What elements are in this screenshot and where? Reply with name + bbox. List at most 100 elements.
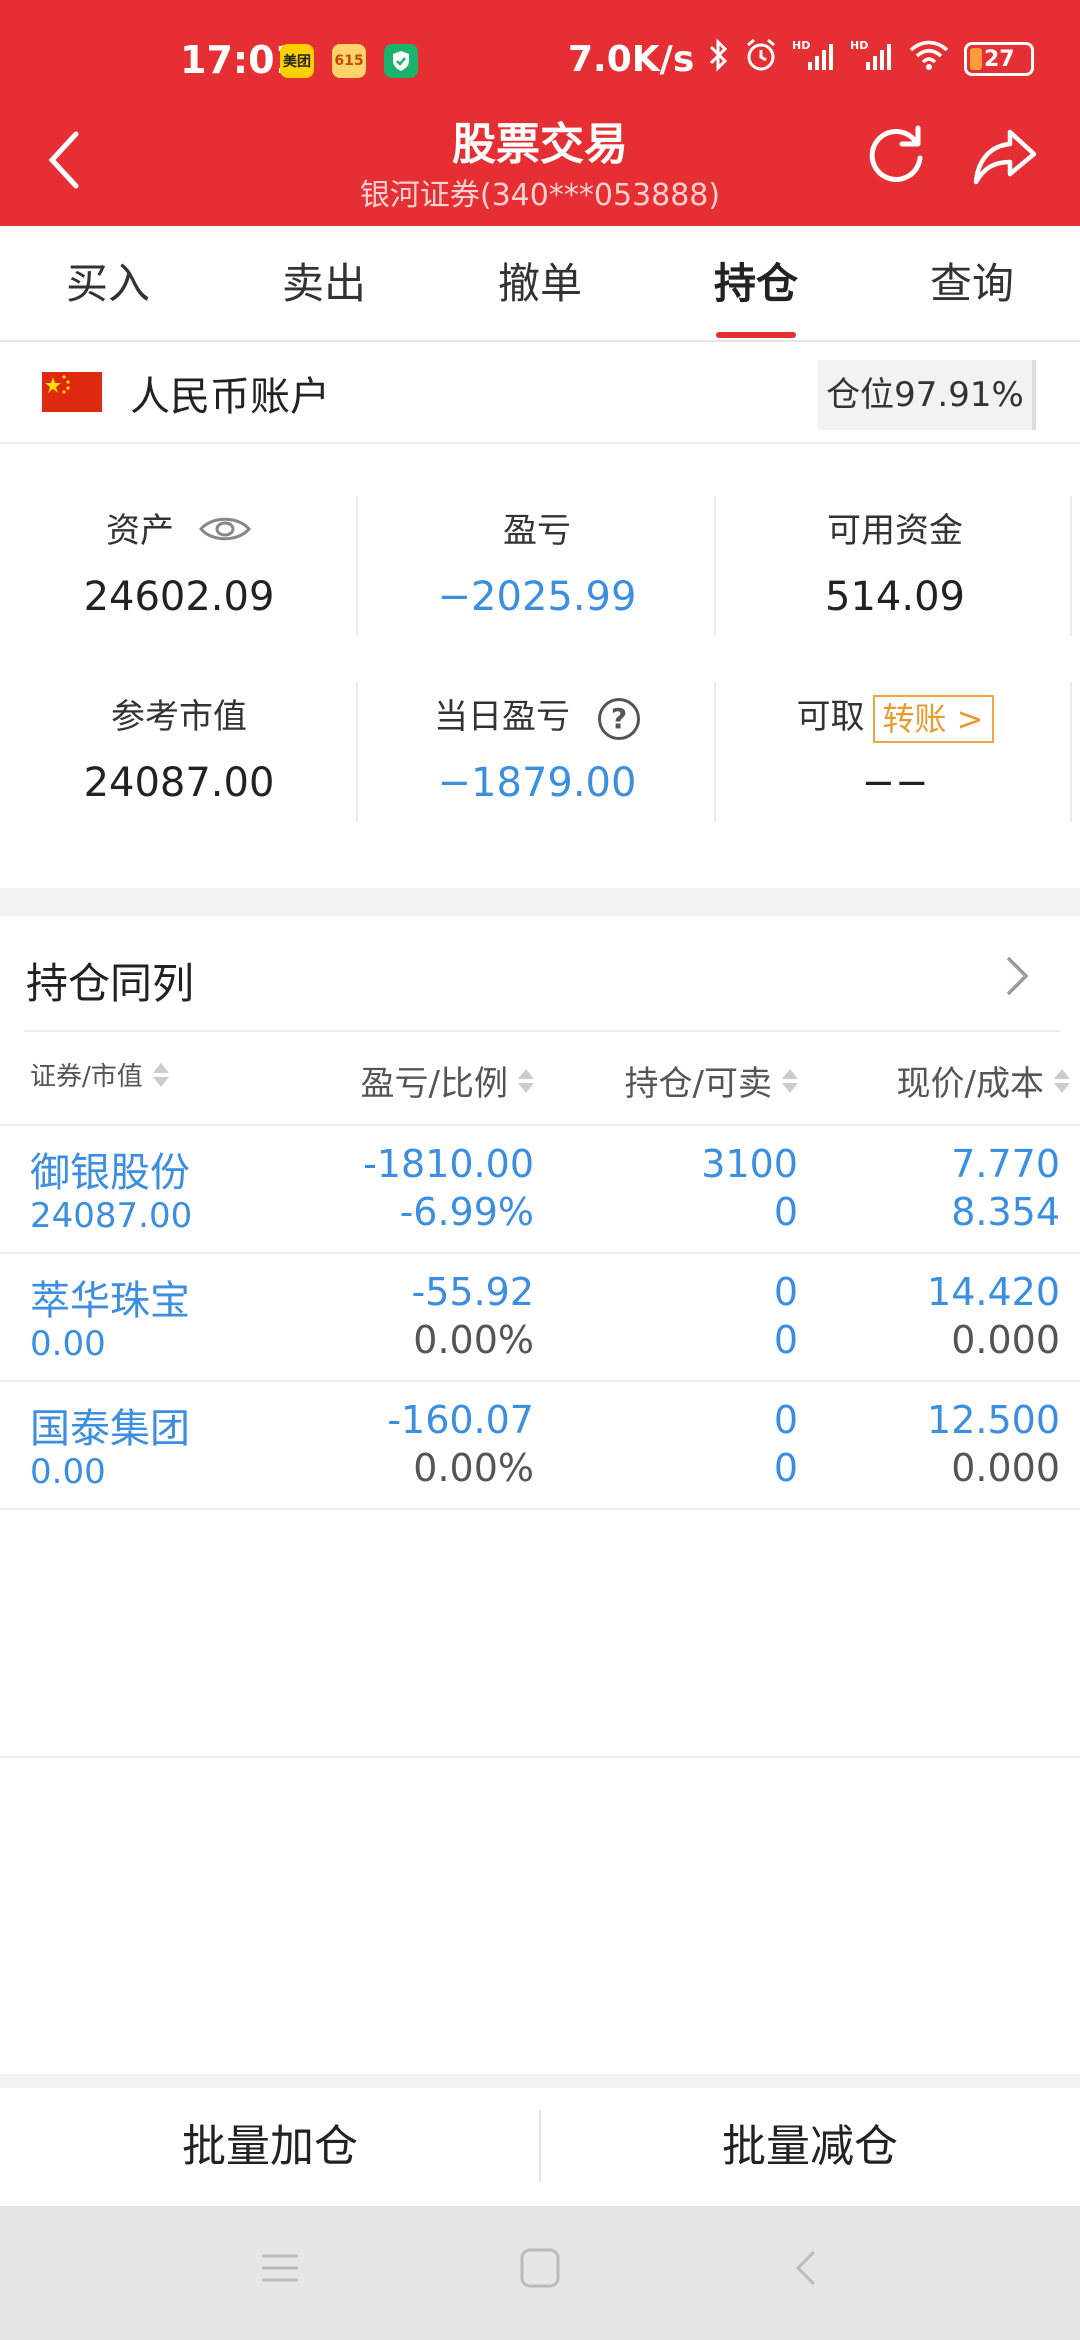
pnl-label: 盈亏 (503, 511, 571, 551)
stock-holding: 3100 (701, 1142, 798, 1186)
tab-positions[interactable]: 持仓 (648, 226, 864, 340)
share-button[interactable] (972, 126, 1038, 188)
stock-pnl: -55.92 (411, 1270, 535, 1314)
stock-name: 御银股份 (30, 1150, 190, 1196)
asset-summary: 资产 24602.09 盈亏 −2025.99 可用资金 514.09 参考市值… (0, 444, 1080, 888)
stock-price: 12.500 (927, 1398, 1060, 1442)
bluetooth-icon (708, 38, 730, 80)
stock-holding: 0 (773, 1398, 798, 1442)
account-bar[interactable]: 人民币账户 仓位97.91% (0, 342, 1080, 444)
col-header-security[interactable]: 证券/市值 (30, 1056, 169, 1093)
tab-buy[interactable]: 买入 (0, 226, 216, 340)
signal-hd-icon-2: HD (850, 38, 894, 80)
withdrawable-cell: 可取 转账 > −− (716, 692, 1074, 806)
tab-cancel-order[interactable]: 撤单 (432, 226, 648, 340)
divider (24, 1030, 1060, 1032)
stock-name: 萃华珠宝 (30, 1278, 190, 1324)
eye-icon[interactable] (198, 508, 252, 558)
daily-pnl-label: 当日盈亏 (434, 697, 570, 737)
position-ratio-badge: 仓位97.91% (818, 360, 1036, 430)
col-header-pnl[interactable]: 盈亏/比例 (361, 1056, 534, 1105)
available-label: 可用资金 (827, 511, 963, 551)
menu-icon[interactable] (258, 2246, 302, 2294)
alarm-icon (744, 38, 778, 80)
stock-market-value: 0.00 (30, 1324, 106, 1364)
stock-pnl-ratio: 0.00% (413, 1318, 534, 1362)
sort-icon (782, 1068, 798, 1093)
withdrawable-value: −− (861, 760, 929, 806)
batch-reduce-button[interactable]: 批量减仓 (540, 2088, 1080, 2206)
batch-add-button[interactable]: 批量加仓 (0, 2088, 540, 2206)
assets-value: 24602.09 (83, 574, 275, 620)
table-row[interactable]: 国泰集团 0.00 -160.07 0.00% 0 0 12.500 0.000 (0, 1382, 1080, 1510)
available-value: 514.09 (825, 574, 965, 620)
stock-market-value: 24087.00 (30, 1196, 193, 1236)
sort-icon (152, 1062, 169, 1087)
tab-sell[interactable]: 卖出 (216, 226, 432, 340)
daily-pnl-cell: 当日盈亏? −1879.00 (358, 692, 716, 806)
bottom-action-bar: 批量加仓 批量减仓 (0, 2088, 1080, 2206)
col-header-price[interactable]: 现价/成本 (897, 1056, 1070, 1105)
meituan-app-icon: 美团 (280, 44, 314, 78)
back-nav-icon[interactable] (786, 2246, 830, 2294)
stock-price: 7.770 (951, 1142, 1060, 1186)
market-value-value: 24087.00 (83, 760, 275, 806)
battery-icon: 27 (964, 42, 1035, 76)
transfer-button[interactable]: 转账 > (872, 694, 994, 743)
col-header-holding[interactable]: 持仓/可卖 (625, 1056, 798, 1105)
stock-price: 14.420 (927, 1270, 1060, 1314)
svg-text:HD: HD (850, 39, 868, 52)
stock-pnl: -1810.00 (363, 1142, 534, 1186)
assets-cell: 资产 24602.09 (0, 506, 358, 620)
system-nav-bar (0, 2206, 1080, 2340)
promo-app-icon: 615 (332, 44, 366, 78)
market-value-label: 参考市值 (111, 697, 247, 737)
share-icon (973, 129, 1037, 185)
table-row[interactable]: 御银股份 24087.00 -1810.00 -6.99% 3100 0 7.7… (0, 1126, 1080, 1254)
status-bar: 17:01 美团 615 7.0K/s HD HD 27 (0, 0, 1080, 124)
stock-cost: 0.000 (951, 1318, 1060, 1362)
withdrawable-label: 可取 (796, 697, 865, 737)
signal-hd-icon: HD (792, 38, 836, 80)
available-cell: 可用资金 514.09 (716, 506, 1074, 620)
pnl-cell: 盈亏 −2025.99 (358, 506, 716, 620)
stock-sellable: 0 (773, 1190, 798, 1234)
net-speed: 7.0K/s (568, 38, 695, 80)
refresh-button[interactable] (866, 124, 928, 186)
stock-pnl-ratio: -6.99% (399, 1190, 534, 1234)
chevron-right-icon[interactable] (1004, 954, 1030, 1002)
table-row[interactable]: 萃华珠宝 0.00 -55.92 0.00% 0 0 14.420 0.000 (0, 1254, 1080, 1382)
status-right: 7.0K/s HD HD 27 (568, 38, 1035, 80)
stock-name: 国泰集团 (30, 1406, 190, 1452)
pnl-value: −2025.99 (437, 574, 637, 620)
china-flag-icon (42, 372, 102, 412)
stock-sellable: 0 (773, 1318, 798, 1362)
shield-app-icon (384, 44, 418, 78)
sort-icon (518, 1068, 534, 1093)
divider (1070, 496, 1072, 636)
stock-pnl-ratio: 0.00% (413, 1446, 534, 1490)
stock-pnl: -160.07 (387, 1398, 534, 1442)
stock-cost: 0.000 (951, 1446, 1060, 1490)
divider (1070, 682, 1072, 822)
account-name: 人民币账户 (130, 374, 330, 420)
divider (0, 1756, 1080, 1758)
stock-market-value: 0.00 (30, 1452, 106, 1492)
stock-sellable: 0 (773, 1446, 798, 1490)
stock-cost: 8.354 (951, 1190, 1060, 1234)
holdings-panel: 持仓同列 证券/市值 盈亏/比例 持仓/可卖 现价/成本 御银股份 24087.… (0, 916, 1080, 2074)
daily-pnl-value: −1879.00 (437, 760, 637, 806)
sort-icon (1054, 1068, 1070, 1093)
market-value-cell: 参考市值 24087.00 (0, 692, 358, 806)
wifi-icon (908, 38, 950, 80)
divider (539, 2110, 541, 2182)
holdings-title[interactable]: 持仓同列 (26, 950, 194, 1011)
trade-tabs: 买入 卖出 撤单 持仓 查询 (0, 226, 1080, 342)
app-header: 17:01 美团 615 7.0K/s HD HD 27 股票交易 银河证券(3… (0, 0, 1080, 226)
home-icon[interactable] (518, 2246, 562, 2294)
refresh-icon (869, 125, 923, 182)
svg-text:HD: HD (792, 39, 810, 52)
tab-query[interactable]: 查询 (864, 226, 1080, 340)
help-icon[interactable]: ? (598, 697, 640, 740)
stock-holding: 0 (773, 1270, 798, 1314)
